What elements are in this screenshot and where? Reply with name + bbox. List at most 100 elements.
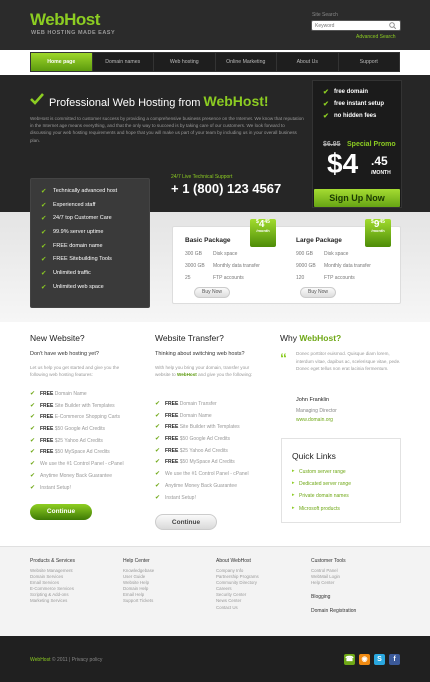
buy-now-button[interactable]: Buy Now — [194, 287, 230, 298]
feature-item: 99.9% server uptime — [41, 228, 117, 236]
list-item: FREE Domain Name — [30, 390, 124, 397]
continue-button[interactable]: Continue — [30, 504, 92, 520]
footer-link[interactable]: Contact Us — [216, 605, 259, 611]
promo-price-cents: .45 — [371, 154, 388, 168]
feature-item: Technically advanced host — [41, 187, 117, 195]
facebook-icon[interactable]: f — [389, 654, 400, 665]
promo-item: free domain — [323, 88, 384, 96]
quick-link[interactable]: Private domain names — [292, 492, 351, 499]
continue-button[interactable]: Continue — [155, 514, 217, 530]
testimonial-link[interactable]: www.domain.org — [296, 417, 333, 423]
search-label: Site Search — [312, 12, 338, 18]
buy-now-button[interactable]: Buy Now — [300, 287, 336, 298]
support-phone: + 1 (800) 123 4567 — [171, 181, 282, 196]
list-item: FREE $50 Google Ad Credits — [30, 425, 124, 432]
package-row: 300 GB Disk space — [185, 251, 238, 257]
list-item: FREE Site Builder with Templates — [30, 402, 124, 409]
old-price: $6.95 — [323, 141, 341, 148]
list-item: Instant Setup! — [30, 484, 124, 491]
testimonial-text: Donec porttitor euismod. Quisque diam lo… — [296, 351, 401, 371]
quick-link[interactable]: Custom server range — [292, 468, 351, 475]
new-website-title: New Website? — [30, 333, 85, 343]
package-row: 3000 GB Monthly data transfer — [185, 263, 260, 269]
quick-links-box: Quick Links Custom server range Dedicate… — [281, 438, 401, 523]
list-item: FREE $25 Yahoo Ad Credits — [30, 437, 124, 444]
package-row: 25 FTP accounts — [185, 275, 244, 281]
list-item: We use the #1 Control Panel - cPanel — [155, 470, 249, 477]
package-row: 9000 GB Monthly data transfer — [296, 263, 371, 269]
feature-item: Experienced staff — [41, 201, 117, 209]
new-website-list: FREE Domain Name FREE Site Builder with … — [30, 390, 124, 496]
quick-link[interactable]: Microsoft products — [292, 505, 351, 512]
transfer-title: Website Transfer? — [155, 333, 224, 343]
phone-icon[interactable]: ☎ — [344, 654, 355, 665]
nav-home[interactable]: Home page — [31, 53, 93, 71]
package-name: Basic Package — [185, 237, 231, 244]
footer-link[interactable]: Blogging — [311, 594, 356, 600]
footer-column: Help Center Knowledgebase User Guide Web… — [123, 558, 154, 605]
promo-item: free instant setup — [323, 100, 384, 108]
support-label: 24/7 Live Technical Support — [171, 174, 233, 180]
list-item: FREE $50 Google Ad Credits — [155, 435, 249, 442]
promo-item: no hidden fees — [323, 112, 384, 120]
transfer-subtitle: Thinking about switching web hosts? — [155, 351, 245, 357]
nav-about-us[interactable]: About Us — [277, 53, 339, 71]
sign-up-button[interactable]: Sign Up Now — [314, 189, 400, 207]
list-item: FREE Domain Name — [155, 412, 249, 419]
testimonial-name: John Franklin — [296, 397, 330, 403]
list-item: We use the #1 Control Panel - cPanel — [30, 460, 124, 467]
rss-icon[interactable]: ◉ — [359, 654, 370, 665]
features-box: Technically advanced host Experienced st… — [30, 178, 150, 308]
check-icon — [30, 93, 44, 105]
copyright: WebHost © 2011 | Privacy policy — [30, 657, 103, 663]
list-item: FREE Domain Transfer — [155, 400, 249, 407]
list-item: FREE E-Commerce Shopping Carts — [30, 413, 124, 420]
package-row: 120 FTP accounts — [296, 275, 355, 281]
promo-price-period: /MONTH — [371, 170, 391, 176]
footer-column: Products & Services Website Management D… — [30, 558, 75, 605]
nav-domain-names[interactable]: Domain names — [93, 53, 154, 71]
feature-item: 24/7 top Customer Care — [41, 214, 117, 222]
list-item: FREE $50 MySpace Ad Credits — [155, 458, 249, 465]
skype-icon[interactable]: S — [374, 654, 385, 665]
nav-support[interactable]: Support — [339, 53, 400, 71]
footer-column-title: About WebHost — [216, 558, 251, 564]
footer-link[interactable]: Marketing Services — [30, 598, 75, 604]
list-item: FREE $25 Yahoo Ad Credits — [155, 447, 249, 454]
quote-icon: “ — [280, 350, 287, 366]
hero-title: Professional Web Hosting from WebHost! — [49, 93, 269, 109]
footer-column-title: Customer Tools — [311, 558, 346, 564]
feature-item: FREE Sitebuilding Tools — [41, 255, 117, 263]
nav-web-hosting[interactable]: Web hosting — [154, 53, 216, 71]
advanced-search-link[interactable]: Advanced Search — [356, 34, 395, 40]
footer-column: Customer Tools Control Panel WebMail Log… — [311, 558, 356, 614]
price-tag: $445 /month — [250, 219, 276, 247]
transfer-list: FREE Domain Transfer FREE Domain Name FR… — [155, 400, 249, 506]
feature-item: FREE domain name — [41, 242, 117, 250]
package-name: Large Package — [296, 237, 342, 244]
footer-link[interactable]: Support Tickets — [123, 598, 154, 604]
transfer-text: With help you bring your domain, transfe… — [155, 365, 253, 377]
footer-link[interactable]: Help Center — [311, 580, 356, 586]
pricing-table: Basic Package $445 /month 300 GB Disk spa… — [172, 219, 401, 304]
why-title: Why WebHost? — [280, 333, 342, 343]
promo-label: Special Promo — [347, 141, 396, 148]
quick-links-title: Quick Links — [292, 451, 336, 461]
nav-online-marketing[interactable]: Online Marketing — [216, 53, 277, 71]
footer-link[interactable]: Domain Registration — [311, 608, 356, 614]
tagline: WEB HOSTING MADE EASY — [31, 30, 116, 36]
price-tag: $945 /month — [365, 219, 391, 247]
package-row: 900 GB Disk space — [296, 251, 349, 257]
logo[interactable]: WebHost — [30, 10, 100, 30]
promo-box: free domain free instant setup no hidden… — [312, 80, 402, 208]
list-item: Anytime Money Back Guarantee — [30, 472, 124, 479]
list-item: FREE Site Builder with Templates — [155, 423, 249, 430]
feature-item: Unlimited web space — [41, 283, 117, 291]
search-icon[interactable] — [386, 21, 400, 30]
main-nav: Home page Domain names Web hosting Onlin… — [30, 52, 400, 72]
footer-column-title: Products & Services — [30, 558, 76, 564]
new-website-text: Let us help you get started and give you… — [30, 365, 120, 377]
list-item: Anytime Money Back Guarantee — [155, 482, 249, 489]
quick-link[interactable]: Dedicated server range — [292, 480, 351, 487]
list-item: FREE $50 MySpace Ad Credits — [30, 448, 124, 455]
